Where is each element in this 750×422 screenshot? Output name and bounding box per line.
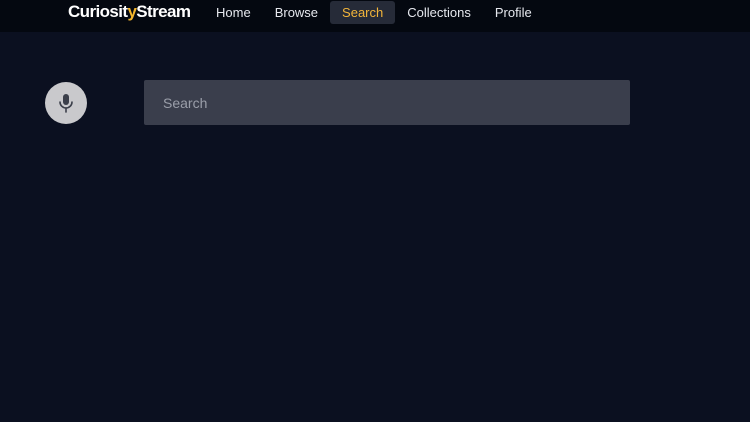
- search-input[interactable]: [144, 80, 630, 125]
- nav-profile[interactable]: Profile: [483, 1, 544, 24]
- nav-browse[interactable]: Browse: [263, 1, 330, 24]
- voice-search-button[interactable]: [45, 82, 87, 124]
- logo-text-accent: y: [127, 2, 137, 21]
- nav-search[interactable]: Search: [330, 0, 396, 24]
- logo-text-prefix: Curiosit: [68, 2, 128, 21]
- microphone-icon: [59, 94, 73, 113]
- top-navigation-bar: Curiosit y Stream Home Browse Search Colle…: [0, 0, 750, 32]
- main-nav: Home Browse Search Collections Profile: [204, 0, 544, 24]
- logo-text-suffix: Stream: [136, 2, 191, 21]
- search-box: [144, 80, 630, 125]
- curiositystream-logo[interactable]: Curiosit y Stream: [68, 0, 191, 24]
- nav-collections[interactable]: Collections: [395, 1, 483, 24]
- nav-home[interactable]: Home: [204, 1, 263, 24]
